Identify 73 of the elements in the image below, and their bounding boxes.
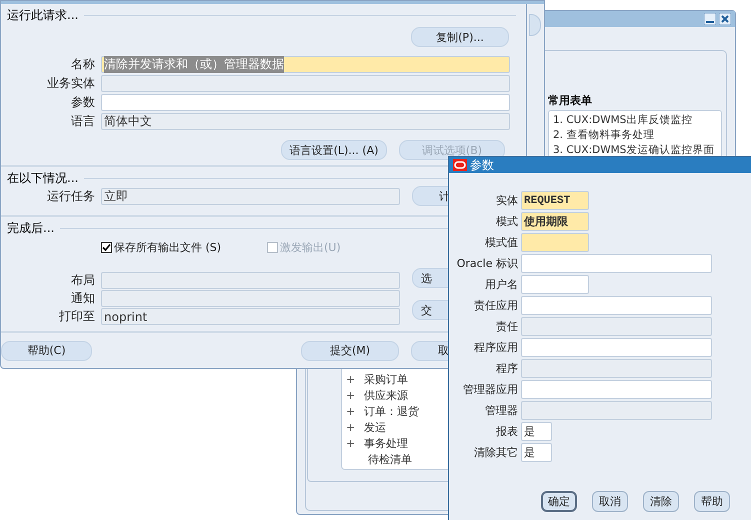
field-label: 程序应用: [473, 340, 519, 355]
field-label: 程序: [495, 361, 519, 376]
expand-toggle[interactable]: +: [346, 372, 364, 386]
close-icon[interactable]: [719, 13, 731, 25]
favorites-item[interactable]: 1. CUX:DWMS出库反馈监控: [553, 113, 717, 128]
input-field[interactable]: [101, 290, 400, 307]
field-label: Oracle 标识: [456, 256, 519, 271]
tree-item[interactable]: 事务处理: [364, 436, 408, 450]
favorites-item[interactable]: 2. 查看物料事务处理: [553, 128, 717, 143]
field-label: 用户名: [484, 277, 519, 292]
tree-item[interactable]: 待检清单: [368, 452, 412, 466]
input-field[interactable]: noprint: [101, 308, 400, 325]
favorites-item[interactable]: 3. CUX:DWMS发运确认监控界面: [553, 143, 717, 158]
tree-item[interactable]: 采购订单: [364, 372, 408, 386]
section-title: 运行此请求...: [7, 6, 78, 24]
input-field[interactable]: [101, 94, 510, 111]
input-field[interactable]: 立即: [101, 188, 400, 204]
input-field[interactable]: [521, 338, 712, 357]
input-field[interactable]: [521, 254, 712, 273]
checkbox-label: 保存所有输出文件 (S): [114, 240, 222, 254]
field-label: 模式: [495, 214, 519, 229]
tree-item[interactable]: 供应来源: [364, 388, 408, 402]
dialog-button[interactable]: 清除: [643, 491, 679, 512]
dialog-button[interactable]: 取消: [592, 491, 628, 512]
field-label: 名称: [70, 56, 95, 73]
input-field[interactable]: [101, 272, 400, 289]
input-field[interactable]: [521, 275, 589, 294]
field-label: 参数: [70, 94, 95, 111]
field-label: 实体: [495, 193, 519, 208]
input-field[interactable]: [521, 233, 589, 252]
footer-button[interactable]: 提交(M): [301, 340, 399, 360]
copy-button[interactable]: 复制(P)...: [411, 27, 509, 47]
footer-button[interactable]: 帮助(C): [1, 340, 92, 360]
field-label: 运行任务: [46, 188, 95, 204]
field-label: 责任应用: [473, 298, 519, 313]
expand-toggle[interactable]: +: [346, 436, 364, 450]
field-label: 模式值: [484, 235, 519, 250]
tree-item[interactable]: 订单：退货: [364, 404, 419, 418]
field-label: 语言: [70, 113, 95, 130]
field-label: 管理器: [484, 403, 519, 418]
oracle-icon: [453, 159, 467, 171]
tree-item[interactable]: 发运: [364, 420, 386, 434]
field-label: 管理器应用: [462, 382, 519, 397]
input-field[interactable]: REQUEST: [521, 191, 589, 210]
input-field[interactable]: 简体中文: [101, 113, 510, 130]
field-label: 布局: [70, 272, 95, 289]
section-title: 完成后...: [7, 220, 54, 236]
input-field[interactable]: [521, 380, 712, 399]
input-field[interactable]: [101, 75, 510, 92]
expand-toggle[interactable]: +: [346, 420, 364, 434]
expand-toggle[interactable]: +: [346, 388, 364, 402]
minimize-icon[interactable]: [704, 13, 716, 25]
dialog-button[interactable]: 帮助: [694, 491, 730, 512]
input-field[interactable]: [521, 359, 712, 378]
checkbox[interactable]: [101, 242, 112, 252]
field-label: 报表: [495, 424, 519, 439]
input-field[interactable]: [521, 401, 712, 420]
field-label: 业务实体: [46, 75, 95, 92]
input-field[interactable]: 是: [521, 443, 552, 462]
option-button[interactable]: 语言设置(L)... (A): [281, 140, 387, 160]
favorites-heading: 常用表单: [548, 93, 593, 108]
input-field[interactable]: [521, 317, 712, 336]
expand-toggle[interactable]: +: [346, 404, 364, 418]
checkbox-label: 激发输出(U): [280, 240, 341, 254]
dialog-button[interactable]: 确定: [541, 491, 577, 512]
field-label: 责任: [495, 319, 519, 334]
input-field[interactable]: 使用期限: [521, 212, 589, 231]
field-label: 清除其它: [473, 445, 519, 460]
input-field[interactable]: 是: [521, 422, 552, 441]
field-label: 通知: [70, 290, 95, 307]
section-title: 在以下情况...: [7, 170, 78, 186]
input-field[interactable]: [521, 296, 712, 315]
field-label: 打印至: [58, 308, 95, 325]
